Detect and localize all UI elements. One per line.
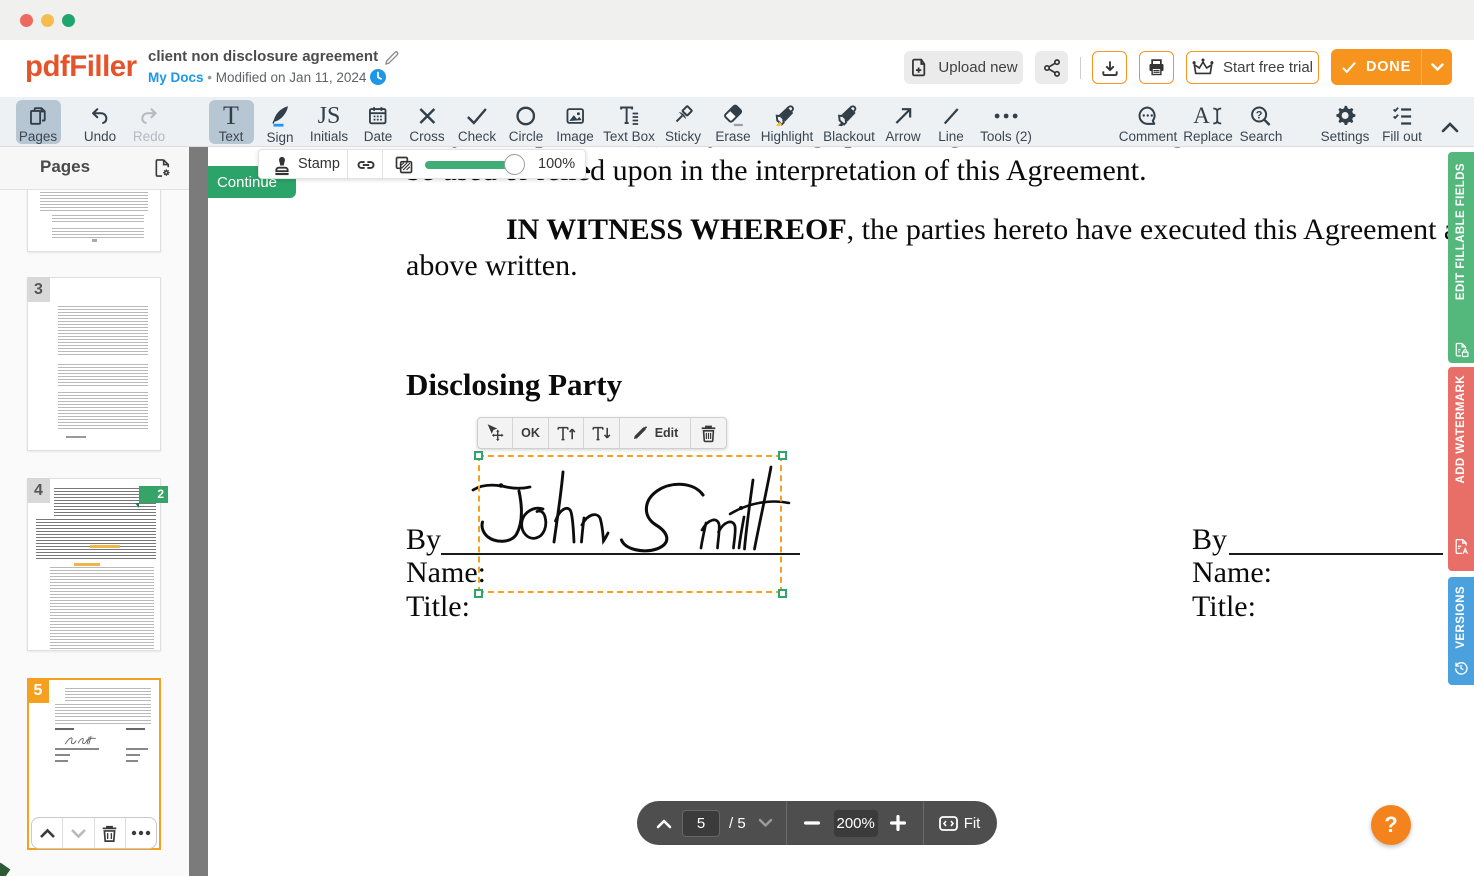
svg-text:?: ? [1256,109,1263,121]
